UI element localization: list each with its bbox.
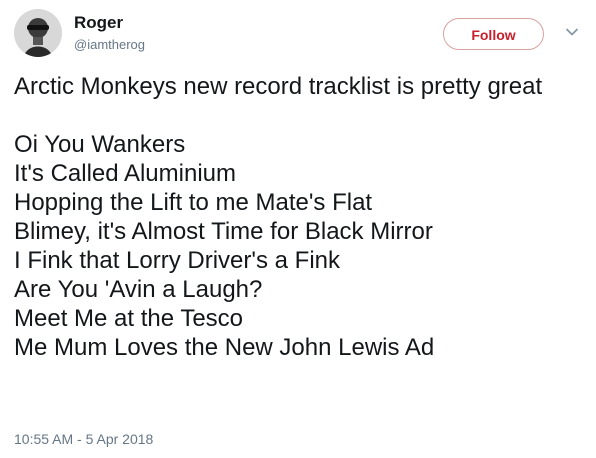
user-handle[interactable]: @iamtherog (74, 36, 145, 54)
track-item: Blimey, it's Almost Time for Black Mirro… (14, 218, 433, 245)
avatar[interactable] (14, 9, 62, 57)
track-item: Me Mum Loves the New John Lewis Ad (14, 334, 435, 361)
tweet-intro: Arctic Monkeys new record tracklist is p… (14, 73, 543, 100)
tweet-card: Roger @iamtherog Follow Arctic Monkeys n… (0, 0, 596, 458)
track-item: Meet Me at the Tesco (14, 305, 244, 332)
display-name[interactable]: Roger (74, 12, 145, 33)
tweet-text: Arctic Monkeys new record tracklist is p… (14, 72, 584, 362)
chevron-down-icon[interactable] (565, 25, 579, 39)
follow-button[interactable]: Follow (443, 18, 544, 50)
track-item: Hopping the Lift to me Mate's Flat (14, 189, 373, 216)
track-item: It's Called Aluminium (14, 160, 236, 187)
track-item: Are You 'Avin a Laugh? (14, 276, 263, 303)
track-item: Oi You Wankers (14, 131, 186, 158)
track-item: I Fink that Lorry Driver's a Fink (14, 247, 340, 274)
user-block[interactable]: Roger @iamtherog (74, 12, 145, 54)
track-list: Oi You Wankers It's Called Aluminium Hop… (14, 130, 584, 362)
tweet-timestamp[interactable]: 10:55 AM - 5 Apr 2018 (14, 430, 153, 448)
avatar-image (14, 9, 62, 57)
tweet-header: Roger @iamtherog Follow (14, 9, 584, 59)
